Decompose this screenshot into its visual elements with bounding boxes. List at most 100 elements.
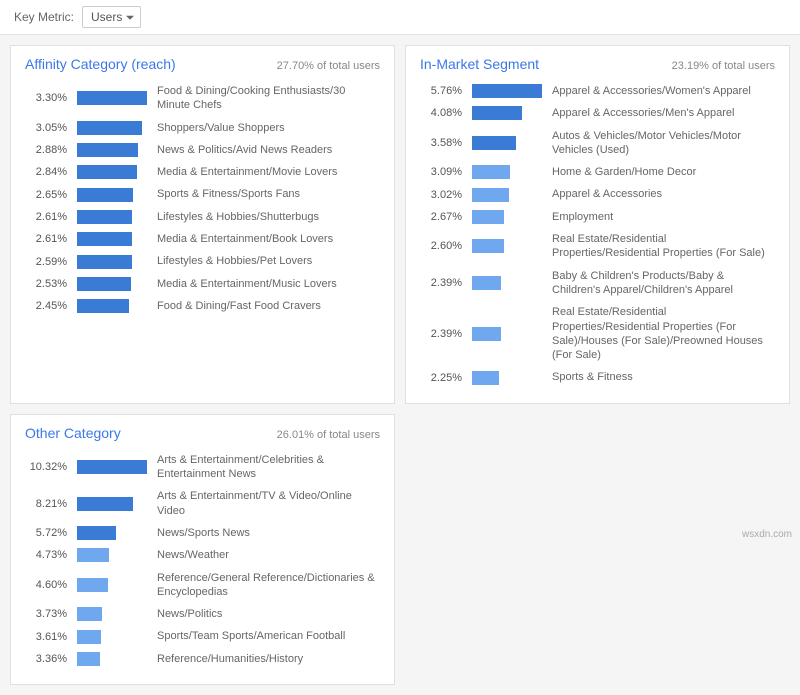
row-bar [77, 232, 132, 246]
row-percent: 5.72% [25, 527, 67, 539]
list-item[interactable]: 2.61%Lifestyles & Hobbies/Shutterbugs [25, 206, 380, 228]
affinity-panel: Affinity Category (reach) 27.70% of tota… [10, 45, 395, 404]
row-percent: 2.39% [420, 277, 462, 289]
row-bar-slot [472, 84, 542, 98]
row-bar-slot [472, 371, 542, 385]
list-item[interactable]: 8.21%Arts & Entertainment/TV & Video/Onl… [25, 485, 380, 522]
row-percent: 2.59% [25, 256, 67, 268]
row-label: Employment [552, 210, 613, 224]
row-percent: 2.65% [25, 189, 67, 201]
list-item[interactable]: 2.67%Employment [420, 206, 775, 228]
row-bar [77, 630, 101, 644]
list-item[interactable]: 5.76%Apparel & Accessories/Women's Appar… [420, 80, 775, 102]
row-percent: 3.58% [420, 137, 462, 149]
row-bar-slot [472, 136, 542, 150]
list-item[interactable]: 10.32%Arts & Entertainment/Celebrities &… [25, 449, 380, 486]
row-percent: 3.73% [25, 608, 67, 620]
row-bar [77, 255, 132, 269]
other-title[interactable]: Other Category [25, 425, 121, 441]
row-bar-slot [77, 277, 147, 291]
list-item[interactable]: 2.45% Food & Dining/Fast Food Cravers [25, 295, 380, 317]
row-label: News & Politics/Avid News Readers [157, 143, 332, 157]
list-item[interactable]: 2.65%Sports & Fitness/Sports Fans [25, 183, 380, 205]
row-bar [77, 277, 131, 291]
row-percent: 2.45% [25, 300, 67, 312]
list-item[interactable]: 2.39%Baby & Children's Products/Baby & C… [420, 265, 775, 302]
list-item[interactable]: 3.09%Home & Garden/Home Decor [420, 161, 775, 183]
row-label: Real Estate/Residential Properties/Resid… [552, 232, 775, 261]
list-item[interactable]: 2.59%Lifestyles & Hobbies/Pet Lovers [25, 250, 380, 272]
list-item[interactable]: 2.88% News & Politics/Avid News Readers [25, 139, 380, 161]
row-bar-slot [472, 276, 542, 290]
other-rows: 10.32%Arts & Entertainment/Celebrities &… [25, 449, 380, 670]
row-bar-slot [77, 630, 147, 644]
row-bar-slot [77, 255, 147, 269]
row-percent: 3.36% [25, 653, 67, 665]
list-item[interactable]: 3.02%Apparel & Accessories [420, 183, 775, 205]
row-percent: 4.08% [420, 107, 462, 119]
list-item[interactable]: 2.61%Media & Entertainment/Book Lovers [25, 228, 380, 250]
list-item[interactable]: 3.30%Food & Dining/Cooking Enthusiasts/3… [25, 80, 380, 117]
row-bar [472, 210, 504, 224]
other-header: Other Category 26.01% of total users [25, 425, 380, 441]
row-label: Apparel & Accessories/Men's Apparel [552, 106, 734, 120]
list-item[interactable]: 3.05%Shoppers/Value Shoppers [25, 117, 380, 139]
list-item[interactable]: 3.58%Autos & Vehicles/Motor Vehicles/Mot… [420, 125, 775, 162]
row-percent: 2.53% [25, 278, 67, 290]
row-bar [472, 106, 522, 120]
row-percent: 2.88% [25, 144, 67, 156]
row-label: Arts & Entertainment/Celebrities & Enter… [157, 453, 380, 482]
other-panel: Other Category 26.01% of total users 10.… [10, 414, 395, 685]
row-bar-slot [77, 210, 147, 224]
row-bar [77, 578, 108, 592]
list-item[interactable]: 2.84%Media & Entertainment/Movie Lovers [25, 161, 380, 183]
key-metric-label: Key Metric: [14, 10, 74, 24]
list-item[interactable]: 2.53%Media & Entertainment/Music Lovers [25, 273, 380, 295]
row-bar-slot [77, 188, 147, 202]
row-bar [77, 652, 100, 666]
key-metric-dropdown[interactable]: Users [82, 6, 141, 28]
row-label: Shoppers/Value Shoppers [157, 121, 285, 135]
affinity-header: Affinity Category (reach) 27.70% of tota… [25, 56, 380, 72]
list-item[interactable]: 2.60%Real Estate/Residential Properties/… [420, 228, 775, 265]
row-label: News/Weather [157, 548, 229, 562]
row-bar-slot [77, 497, 147, 511]
list-item[interactable]: 4.73%News/Weather [25, 544, 380, 566]
row-bar-slot [472, 239, 542, 253]
row-label: Reference/Humanities/History [157, 652, 303, 666]
row-bar [77, 607, 102, 621]
row-bar [77, 91, 147, 105]
row-label: Reference/General Reference/Dictionaries… [157, 571, 380, 600]
list-item[interactable]: 2.39%Real Estate/Residential Properties/… [420, 301, 775, 366]
row-bar [472, 188, 509, 202]
row-label: Sports/Team Sports/American Football [157, 629, 345, 643]
row-percent: 3.30% [25, 92, 67, 104]
row-bar [472, 239, 504, 253]
list-item[interactable]: 3.36% Reference/Humanities/History [25, 648, 380, 670]
row-bar [472, 327, 501, 341]
row-bar [77, 548, 109, 562]
list-item[interactable]: 3.73%News/Politics [25, 603, 380, 625]
top-bar: Key Metric: Users [0, 0, 800, 35]
row-bar-slot [77, 299, 147, 313]
row-label: News/Sports News [157, 526, 250, 540]
affinity-title[interactable]: Affinity Category (reach) [25, 56, 176, 72]
row-percent: 3.02% [420, 189, 462, 201]
row-bar [77, 460, 147, 474]
row-label: Food & Dining/Fast Food Cravers [157, 299, 321, 313]
list-item[interactable]: 5.72% News/Sports News [25, 522, 380, 544]
list-item[interactable]: 4.60%Reference/General Reference/Diction… [25, 567, 380, 604]
row-bar [472, 84, 542, 98]
list-item[interactable]: 3.61%Sports/Team Sports/American Footbal… [25, 625, 380, 647]
inmarket-title[interactable]: In-Market Segment [420, 56, 539, 72]
row-bar [77, 188, 133, 202]
list-item[interactable]: 2.25%Sports & Fitness [420, 366, 775, 388]
row-bar [472, 276, 501, 290]
row-bar-slot [77, 578, 147, 592]
row-percent: 8.21% [25, 498, 67, 510]
row-bar [77, 210, 132, 224]
list-item[interactable]: 4.08% Apparel & Accessories/Men's Apparel [420, 102, 775, 124]
row-bar [77, 165, 137, 179]
row-bar-slot [77, 607, 147, 621]
key-metric-selected: Users [91, 10, 122, 24]
